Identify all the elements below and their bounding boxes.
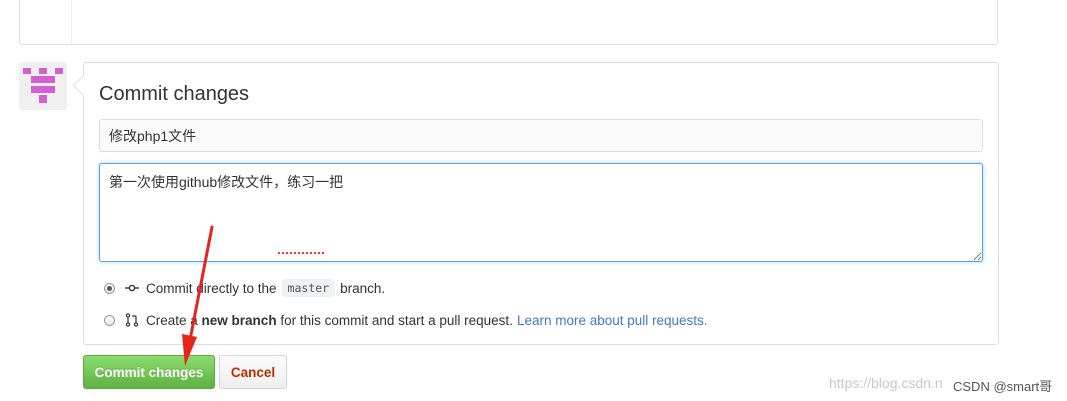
commit-description-textarea[interactable]: 第一次使用github修改文件，练习一把 (99, 163, 983, 262)
commit-direct-suffix: branch. (340, 280, 386, 296)
identicon-icon (23, 68, 63, 103)
new-branch-radio[interactable] (104, 314, 115, 326)
new-branch-bold: new branch (201, 312, 277, 328)
previous-editor-box (19, 0, 998, 45)
commit-direct-text: Commit directly to the (146, 280, 277, 296)
commit-direct-option[interactable]: Commit directly to the master branch. (104, 278, 385, 298)
commit-heading: Commit changes (99, 83, 250, 105)
learn-more-pull-requests-link[interactable]: Learn more about pull requests. (517, 313, 708, 328)
branch-name: master (281, 279, 336, 297)
cancel-button[interactable]: Cancel (219, 355, 287, 389)
new-branch-suffix: for this commit and start a pull request… (280, 312, 513, 328)
new-branch-option[interactable]: Create a new branch for this commit and … (104, 310, 708, 330)
git-pull-request-icon (125, 313, 139, 327)
editor-gutter (71, 0, 72, 44)
spellcheck-underline (277, 252, 325, 255)
commit-changes-button[interactable]: Commit changes (83, 355, 215, 389)
new-branch-prefix: Create a (146, 312, 198, 328)
watermark-tag: CSDN @smart哥 (953, 379, 1053, 394)
watermark-url: https://blog.csdn.n (829, 375, 943, 391)
commit-summary-input[interactable] (99, 119, 983, 152)
git-commit-icon (125, 284, 139, 292)
commit-changes-panel: Commit changes 第一次使用github修改文件，练习一把 Comm… (83, 62, 999, 345)
user-avatar[interactable] (19, 62, 67, 110)
commit-direct-radio[interactable] (104, 282, 115, 294)
